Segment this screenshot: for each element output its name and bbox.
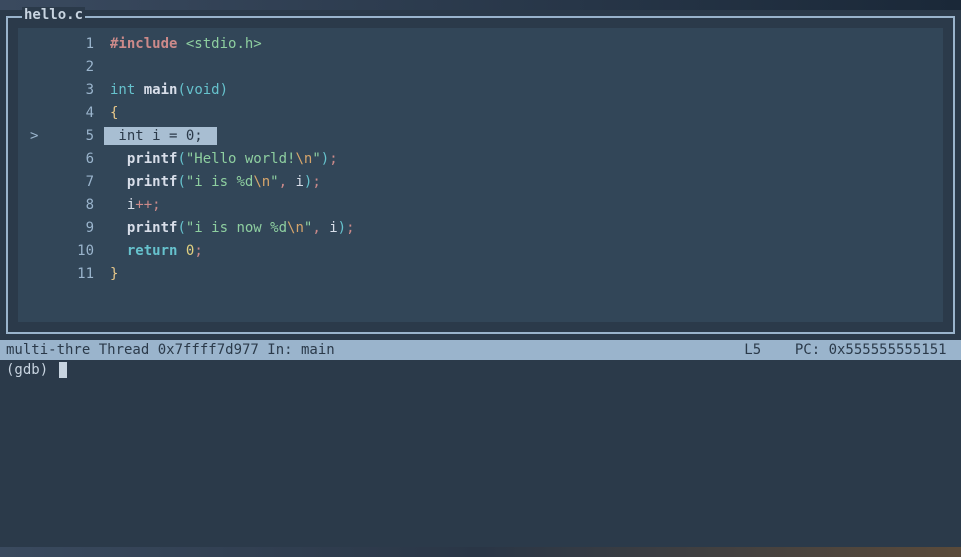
code-text: #include <stdio.h>	[100, 33, 262, 56]
code-text	[100, 56, 110, 79]
source-line: 9 printf("i is now %d\n", i);	[18, 217, 943, 240]
breakpoint-gutter	[18, 171, 42, 194]
breakpoint-gutter	[18, 263, 42, 286]
line-number: 3	[42, 79, 100, 102]
code-text: i++;	[100, 194, 161, 217]
code-text-highlighted: int i = 0;	[104, 125, 217, 148]
window-bottom-border	[0, 547, 961, 557]
source-line: 11 }	[18, 263, 943, 286]
line-number: 6	[42, 148, 100, 171]
breakpoint-gutter	[18, 194, 42, 217]
status-bar: multi-thre Thread 0x7ffff7d977 In: main …	[0, 340, 961, 360]
source-line: 6 printf("Hello world!\n");	[18, 148, 943, 171]
code-text: {	[100, 102, 118, 125]
code-text: }	[100, 263, 118, 286]
source-line: 1 #include <stdio.h>	[18, 33, 943, 56]
line-number: 5	[42, 125, 100, 148]
source-line: 3 int main(void)	[18, 79, 943, 102]
line-number: 8	[42, 194, 100, 217]
breakpoint-gutter	[18, 240, 42, 263]
breakpoint-gutter	[18, 217, 42, 240]
code-text: return 0;	[100, 240, 203, 263]
line-number: 11	[42, 263, 100, 286]
source-line: 2	[18, 56, 943, 79]
breakpoint-gutter	[18, 79, 42, 102]
cursor-icon	[59, 362, 67, 378]
code-text: printf("Hello world!\n");	[100, 148, 338, 171]
source-line: 8 i++;	[18, 194, 943, 217]
code-text: printf("i is %d\n", i);	[100, 171, 321, 194]
gdb-prompt: (gdb)	[6, 362, 57, 378]
line-number: 1	[42, 33, 100, 56]
line-number: 4	[42, 102, 100, 125]
source-window-title: hello.c	[22, 7, 85, 23]
source-line: 7 printf("i is %d\n", i);	[18, 171, 943, 194]
breakpoint-gutter	[18, 33, 42, 56]
status-left: multi-thre Thread 0x7ffff7d977 In: main	[6, 340, 335, 360]
status-right: L5 PC: 0x555555555151	[744, 340, 955, 360]
line-number: 10	[42, 240, 100, 263]
breakpoint-gutter	[18, 56, 42, 79]
line-number: 2	[42, 56, 100, 79]
window-top-border	[0, 0, 961, 10]
code-text: int main(void)	[100, 79, 228, 102]
breakpoint-gutter	[18, 148, 42, 171]
gdb-tui-main: hello.c 1 #include <stdio.h> 2 3 int mai…	[0, 10, 961, 547]
source-line: 10 return 0;	[18, 240, 943, 263]
breakpoint-gutter	[18, 102, 42, 125]
current-line-marker: >	[18, 125, 42, 148]
source-line: 4 {	[18, 102, 943, 125]
source-window-frame[interactable]: hello.c 1 #include <stdio.h> 2 3 int mai…	[6, 16, 955, 334]
code-text: printf("i is now %d\n", i);	[100, 217, 355, 240]
source-window-content: 1 #include <stdio.h> 2 3 int main(void) …	[18, 28, 943, 322]
line-number: 7	[42, 171, 100, 194]
line-number: 9	[42, 217, 100, 240]
source-line-current: > 5 int i = 0;	[18, 125, 943, 148]
gdb-command-area[interactable]: (gdb)	[0, 360, 961, 380]
